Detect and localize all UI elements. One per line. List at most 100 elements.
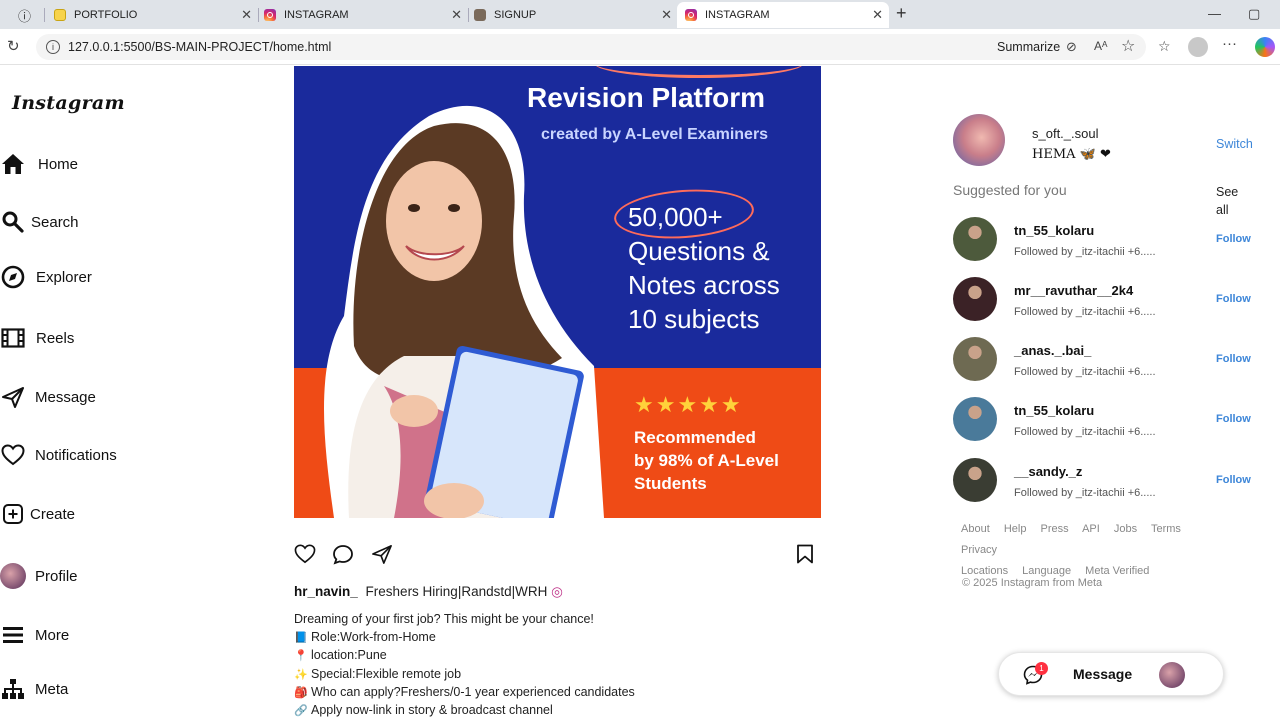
messages-label: Message (1073, 666, 1133, 682)
footer-link-privacy[interactable]: Privacy (961, 544, 997, 556)
sidebar-item-profile[interactable]: Profile (0, 563, 78, 589)
target-emoji-icon: ◎ (551, 584, 563, 599)
footer-link-jobs[interactable]: Jobs (1114, 523, 1137, 535)
suggestion-followed-by: Followed by _itz-itachii +6..... (1014, 426, 1156, 438)
sidebar-item-search[interactable]: Search (0, 209, 79, 235)
current-username[interactable]: s_oft._.soul (1032, 126, 1099, 141)
footer-link-api[interactable]: API (1082, 523, 1100, 535)
instagram-icon (685, 9, 697, 21)
url-field[interactable]: i 127.0.0.1:5500/BS-MAIN-PROJECT/home.ht… (36, 34, 1146, 60)
sidebar-item-reels[interactable]: Reels (0, 325, 74, 351)
decorative-swirl (594, 66, 804, 78)
share-send-icon[interactable] (371, 544, 393, 569)
suggestion-username[interactable]: __sandy._z (1014, 464, 1082, 479)
close-icon[interactable]: ✕ (661, 7, 672, 23)
suggestion-username[interactable]: _anas._.bai_ (1014, 343, 1091, 358)
suggestion-avatar[interactable] (953, 397, 997, 441)
tab-instagram-active[interactable]: INSTAGRAM ✕ (677, 2, 889, 28)
footer-link-about[interactable]: About (961, 523, 990, 535)
messages-dock[interactable]: 1 Message (998, 652, 1224, 696)
post-username[interactable]: hr_navin_ (294, 584, 358, 599)
see-all-link[interactable]: See all (1216, 183, 1246, 219)
comment-icon[interactable] (332, 544, 354, 571)
unread-badge: 1 (1035, 662, 1048, 675)
sidebar-item-meta[interactable]: Meta (0, 676, 68, 702)
follow-button[interactable]: Follow (1216, 474, 1251, 486)
sidebar-item-label: More (35, 626, 70, 644)
follow-button[interactable]: Follow (1216, 293, 1251, 305)
sidebar: Instagram Home Search Explorer Reels Mes… (0, 66, 188, 720)
post-caption: hr_navin_ Freshers Hiring|Randstd|WRH ◎ … (294, 584, 814, 719)
suggestion-username[interactable]: mr__ravuthar__2k4 (1014, 283, 1133, 298)
recommend-line: Recommended (634, 428, 756, 447)
follow-button[interactable]: Follow (1216, 413, 1251, 425)
sidebar-item-notifications[interactable]: Notifications (0, 442, 117, 468)
headline-line: 10 subjects (628, 304, 760, 334)
like-heart-icon[interactable] (294, 544, 316, 569)
copilot-icon[interactable] (1255, 37, 1275, 57)
footer-link-terms[interactable]: Terms (1151, 523, 1181, 535)
caption-line: 📍 location:Pune (294, 646, 814, 664)
recommend-line: by 98% of A-Level (634, 451, 779, 470)
book-icon: 📘 (294, 632, 308, 645)
post-image[interactable]: Revision Platform created by A-Level Exa… (294, 66, 821, 518)
suggestion-avatar[interactable] (953, 458, 997, 502)
switch-account-button[interactable]: Switch (1216, 137, 1253, 151)
summarize-button[interactable]: Summarize (997, 40, 1060, 54)
avatar-icon (0, 563, 26, 589)
tab-label: INSTAGRAM (284, 9, 349, 21)
close-icon[interactable]: ✕ (451, 7, 462, 23)
suggestion-item: tn_55_kolaru Followed by _itz-itachii +6… (953, 217, 1253, 263)
caption-line: 🔗 Apply now-link in story & broadcast cha… (294, 701, 814, 719)
maximize-icon[interactable]: ▢ (1248, 6, 1260, 22)
sidebar-item-label: Message (35, 388, 96, 406)
tab-instagram[interactable]: INSTAGRAM ✕ (256, 2, 468, 28)
favorite-star-icon[interactable]: ☆ (1121, 36, 1135, 56)
footer-link-press[interactable]: Press (1041, 523, 1069, 535)
sidebar-item-label: Reels (36, 329, 75, 347)
site-info-icon[interactable]: i (46, 40, 60, 54)
suggested-heading: Suggested for you (953, 182, 1067, 198)
refresh-icon[interactable]: ↻ (7, 37, 20, 55)
follow-button[interactable]: Follow (1216, 353, 1251, 365)
suggestion-username[interactable]: tn_55_kolaru (1014, 223, 1094, 238)
sidebar-item-create[interactable]: Create (0, 501, 75, 527)
current-user-avatar[interactable] (953, 114, 1005, 166)
footer-links: About Help Press API Jobs Terms Privacy … (961, 519, 1231, 582)
suggestion-avatar[interactable] (953, 337, 997, 381)
footer-link-help[interactable]: Help (1004, 523, 1027, 535)
image-headline: 50,000+ Questions & Notes across 10 subj… (628, 200, 780, 336)
caption-text: Dreaming of your first job? This might b… (294, 612, 594, 626)
minimize-icon[interactable]: — (1208, 6, 1221, 21)
translate-icon[interactable]: ⊘ (1066, 39, 1077, 55)
suggestion-item: __sandy._z Followed by _itz-itachii +6..… (953, 458, 1253, 504)
sidebar-item-more[interactable]: More (0, 622, 69, 648)
favorites-icon[interactable]: ☆ (1158, 38, 1171, 55)
sidebar-item-home[interactable]: Home (0, 151, 78, 177)
new-tab-icon[interactable]: + (896, 3, 907, 24)
follow-button[interactable]: Follow (1216, 233, 1251, 245)
tab-portfolio[interactable]: PORTFOLIO ✕ (46, 2, 258, 28)
footer-link-meta-verified[interactable]: Meta Verified (1085, 565, 1149, 577)
tab-signup[interactable]: SIGNUP ✕ (466, 2, 678, 28)
backpack-icon: 🎒 (294, 686, 308, 699)
sidebar-item-message[interactable]: Message (0, 384, 96, 410)
sidebar-item-label: Profile (35, 567, 78, 585)
suggestion-username[interactable]: tn_55_kolaru (1014, 403, 1094, 418)
close-icon[interactable]: ✕ (872, 7, 883, 23)
bookmark-icon[interactable] (796, 544, 814, 569)
instagram-logo[interactable]: Instagram (12, 92, 125, 114)
more-menu-icon[interactable]: ··· (1222, 35, 1237, 52)
footer-link-locations[interactable]: Locations (961, 565, 1008, 577)
suggestion-avatar[interactable] (953, 217, 997, 261)
pin-icon: 📍 (294, 650, 308, 663)
sidebar-item-explorer[interactable]: Explorer (0, 264, 92, 290)
suggestion-avatar[interactable] (953, 277, 997, 321)
footer-link-language[interactable]: Language (1022, 565, 1071, 577)
profile-icon[interactable] (1188, 37, 1208, 57)
info-icon[interactable]: ⓘ (18, 6, 31, 25)
read-aloud-icon[interactable]: Aᴬ (1094, 39, 1107, 53)
close-icon[interactable]: ✕ (241, 7, 252, 23)
caption-line: ✨ Special:Flexible remote job (294, 665, 814, 683)
suggestion-item: mr__ravuthar__2k4 Followed by _itz-itach… (953, 277, 1253, 323)
